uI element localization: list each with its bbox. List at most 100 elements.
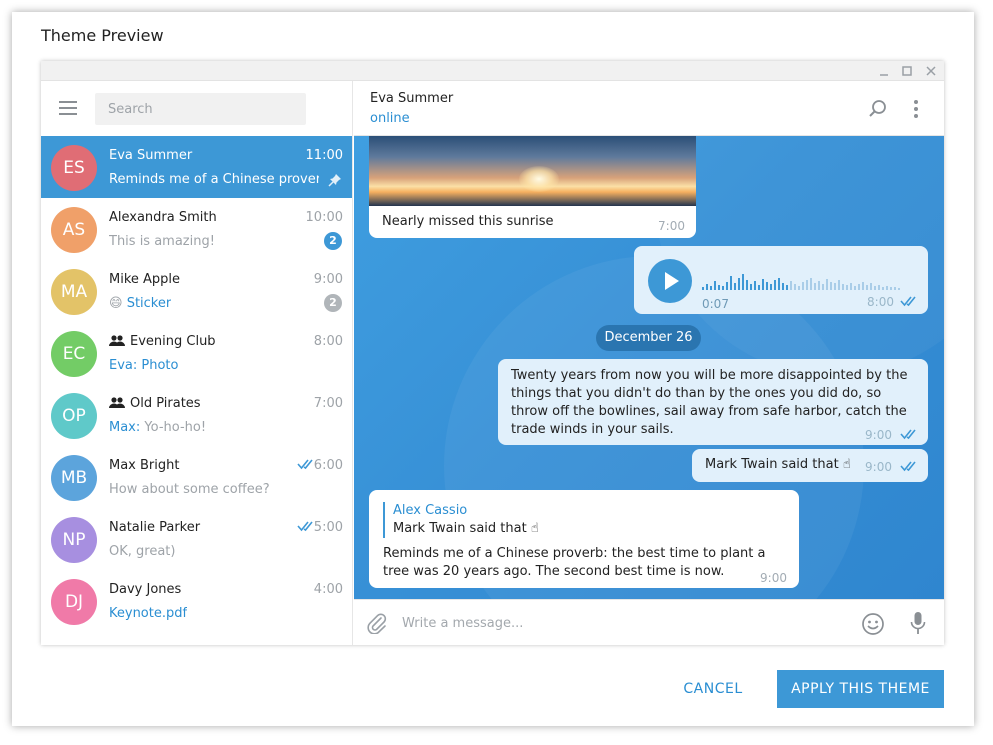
waveform-bar [766,282,768,290]
preview-sender: Max: [109,420,141,435]
waveform-bar [882,287,884,290]
avatar: OP [51,393,97,439]
waveform-bar [846,285,848,290]
chat-list-header [41,81,352,136]
play-button[interactable] [648,259,692,303]
theme-preview-dialog: Theme Preview ES Eva Summer 11:00 Reminds m… [12,12,974,726]
chat-preview: Keynote.pdf [109,606,187,621]
waveform-bar [866,285,868,290]
waveform-bar [894,287,896,290]
waveform-bar [854,286,856,290]
chat-time: 8:00 [313,334,343,349]
message-time: 9:00 [865,428,892,442]
waveform-bar [730,276,732,290]
cancel-button[interactable]: CANCEL [672,670,754,708]
preview-window: ES Eva Summer 11:00 Reminds me of a Chinese… [41,61,944,645]
chat-time: 6:00 [313,458,343,473]
sticker-emoji: 😄 [109,296,123,311]
avatar: DJ [51,579,97,625]
chat-list-item[interactable]: OP Old Pirates 7:00 Max: Yo-ho-ho! [41,384,352,446]
chat-list-item[interactable]: EC Evening Club 8:00 Eva: Photo [41,322,352,384]
message-time: 9:00 [760,571,787,585]
chat-list-item[interactable]: DJ Davy Jones 4:00 Keynote.pdf [41,570,352,632]
conversation-panel: Eva Summer online Nearly missed this sun… [354,81,944,645]
close-icon[interactable] [924,64,938,78]
chat-list-item[interactable]: AS Alexandra Smith 10:00 This is amazing! 2 [41,198,352,260]
search-icon[interactable] [868,99,888,119]
chat-list-item[interactable]: MA Mike Apple 9:00 😄 Sticker 2 [41,260,352,322]
voice-message: 0:07 8:00 [634,246,928,314]
double-check-icon [900,296,916,307]
chat-name: Alexandra Smith [109,210,217,225]
waveform-bar [706,284,708,290]
maximize-icon[interactable] [900,64,914,78]
message-area[interactable]: Nearly missed this sunrise 7:00 0:07 8:0… [354,136,944,599]
chat-list-item[interactable]: ES Eva Summer 11:00 Reminds me of a Chinese… [41,136,352,198]
microphone-icon[interactable] [910,611,926,635]
emoji-icon[interactable] [861,612,885,636]
preview-text: Sticker [126,296,172,311]
waveform-bar [782,283,784,290]
chat-name: Mike Apple [109,272,180,287]
waveform-bar [746,280,748,290]
waveform-bar [750,284,752,290]
chat-name-text: Old Pirates [130,396,201,411]
conversation-header: Eva Summer online [354,81,944,136]
outgoing-message: Mark Twain said that ☝ 9:00 [692,449,928,482]
chat-preview: How about some coffee? [109,482,270,497]
avatar: AS [51,207,97,253]
preview-text: OK, great) [109,544,176,559]
waveform-bar [814,283,816,290]
reply-quoted-text: Mark Twain said that ☝ [393,521,539,536]
message-text: Reminds me of a Chinese proverb: the bes… [383,546,766,579]
waveform-bar [874,286,876,290]
pin-icon [328,174,341,187]
peer-name[interactable]: Eva Summer [370,91,453,106]
attach-icon[interactable] [366,612,388,634]
chat-time: 10:00 [305,210,343,225]
apply-theme-button[interactable]: APPLY THIS THEME [777,670,944,708]
waveform-bar [714,281,716,290]
waveform-bar [790,281,792,290]
message-text: Twenty years from now you will be more d… [511,368,908,437]
group-icon [109,335,125,346]
chat-preview: This is amazing! [109,234,215,249]
waveform-bar [710,286,712,290]
waveform-bar [822,284,824,290]
sunrise-photo[interactable] [369,136,696,206]
waveform-bar [778,278,780,290]
more-options-icon[interactable] [914,100,920,118]
waveform-bar [722,286,724,290]
photo-message[interactable]: Nearly missed this sunrise 7:00 [369,136,696,238]
waveform-bar [702,287,704,290]
preview-text: Reminds me of a Chinese prover… [109,172,319,187]
waveform-bar [734,283,736,290]
search-input[interactable] [95,93,306,125]
chat-name: Eva Summer [109,148,192,163]
menu-icon[interactable] [59,101,77,115]
waveform-bar [890,287,892,290]
preview-text: How about some coffee? [109,482,270,497]
message-composer [354,599,944,645]
chat-list-item[interactable]: MB Max Bright 6:00 How about some coffee? [41,446,352,508]
waveform-bar [842,284,844,290]
waveform-bar [834,283,836,290]
chat-time: 11:00 [305,148,343,163]
reply-quote[interactable]: Alex Cassio Mark Twain said that ☝ [383,502,539,538]
chat-time: 4:00 [313,582,343,597]
chat-time: 5:00 [313,520,343,535]
minimize-icon[interactable] [877,64,891,78]
voice-waveform[interactable] [702,270,906,292]
chat-time: 9:00 [313,272,343,287]
waveform-bar [718,285,720,290]
message-time: 9:00 [865,460,892,474]
chat-preview: Max: Yo-ho-ho! [109,420,206,435]
double-check-icon [297,521,313,532]
message-input[interactable] [402,610,842,636]
chat-name: Max Bright [109,458,179,473]
chat-list-item[interactable]: NP Natalie Parker 5:00 OK, great) [41,508,352,570]
reply-author: Alex Cassio [393,503,468,518]
waveform-bar [898,288,900,290]
avatar: ES [51,145,97,191]
waveform-bar [770,284,772,290]
